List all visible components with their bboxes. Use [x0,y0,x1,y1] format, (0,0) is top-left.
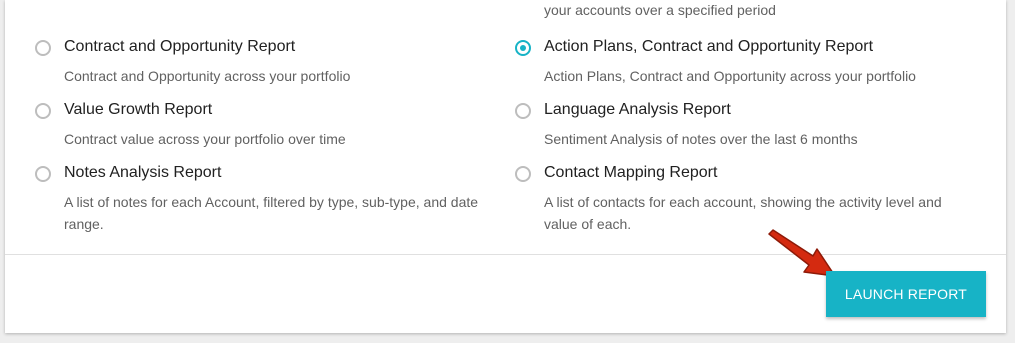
report-description: Sentiment Analysis of notes over the las… [544,131,858,147]
report-description: Action Plans, Contract and Opportunity a… [544,68,916,84]
launch-report-button[interactable]: LAUNCH REPORT [826,271,986,317]
report-title: Notes Analysis Report [64,164,222,181]
report-description: A list of contacts for each account, sho… [544,194,942,232]
report-title: Contract and Opportunity Report [64,38,296,55]
radio-button[interactable] [35,103,51,119]
radio-button[interactable] [515,103,531,119]
report-description: your accounts over a specified period [544,2,776,18]
footer-divider [5,254,1006,255]
report-description: A list of notes for each Account, filter… [64,194,479,232]
report-title: Value Growth Report [64,101,213,118]
report-description: Contract value across your portfolio ove… [64,131,346,147]
radio-button[interactable] [515,166,531,182]
radio-button[interactable] [35,40,51,56]
report-title: Language Analysis Report [544,101,731,118]
report-title: Contact Mapping Report [544,164,718,181]
report-title: Action Plans, Contract and Opportunity R… [544,38,874,55]
radio-button[interactable] [35,166,51,182]
radio-button-selected[interactable] [515,40,531,56]
report-selection-card: your accounts over a specified period Co… [5,0,1006,333]
report-description: Contract and Opportunity across your por… [64,68,351,84]
